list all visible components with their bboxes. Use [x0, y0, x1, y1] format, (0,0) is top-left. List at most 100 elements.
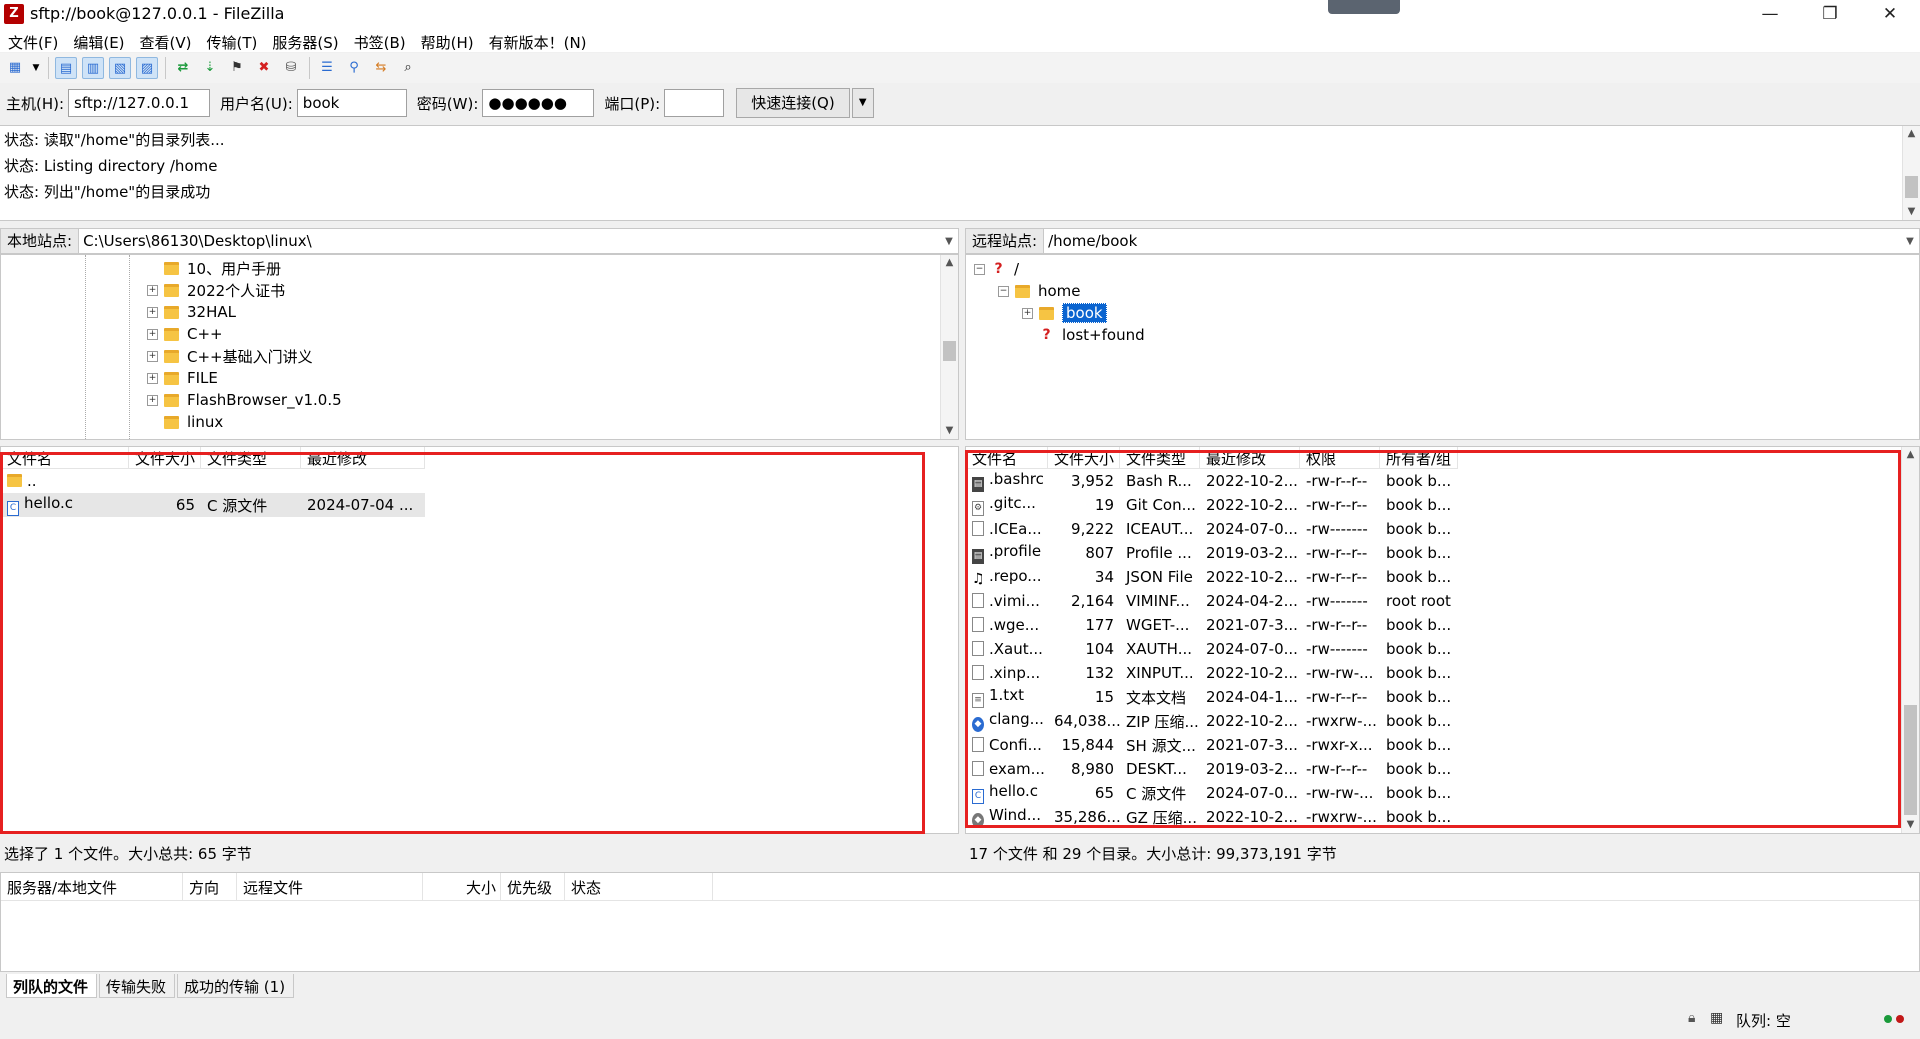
toggle-log-icon[interactable]: ▤	[55, 57, 77, 79]
refresh-icon[interactable]: ⇄	[172, 57, 194, 79]
menu-transfer[interactable]: 传输(T)	[199, 30, 265, 52]
password-input[interactable]	[482, 89, 595, 117]
close-button[interactable]: ✕	[1860, 0, 1920, 30]
scroll-down-icon[interactable]: ▼	[1902, 817, 1919, 833]
column-server-local[interactable]: 服务器/本地文件	[1, 873, 183, 900]
remote-site-path[interactable]: /home/book	[1044, 232, 1901, 250]
toggle-queue-icon[interactable]: ▨	[136, 57, 158, 79]
column-remote-file[interactable]: 远程文件	[237, 873, 423, 900]
expand-icon[interactable]: +	[147, 350, 158, 362]
minimize-button[interactable]: —	[1740, 0, 1800, 30]
list-item[interactable]: ◆ Wind... 35,286... GZ 压缩... 2022-10-2... -rw…	[966, 805, 1919, 829]
sync-browsing-icon[interactable]: ⇆	[370, 57, 392, 79]
list-item[interactable]: Chello.c 65 C 源文件 2024-07-0... -rw-rw-... boo…	[966, 781, 1919, 805]
tab-successful-transfers[interactable]: 成功的传输 (1)	[177, 974, 295, 998]
scroll-up-icon[interactable]: ▲	[1902, 447, 1919, 463]
list-item[interactable]: ≡ 1.txt 15 文本文档 2024-04-1... -rw-r--r-- book b…	[966, 685, 1919, 709]
menu-edit[interactable]: 编辑(E)	[65, 30, 131, 52]
maximize-button[interactable]: ❐	[1800, 0, 1860, 30]
expand-icon[interactable]: +	[147, 306, 158, 318]
column-modified[interactable]: 最近修改	[301, 447, 425, 468]
column-filetype[interactable]: 文件类型	[201, 447, 301, 468]
scroll-down-icon[interactable]: ▼	[941, 423, 958, 439]
column-filename[interactable]: 文件名	[1, 447, 129, 468]
column-status[interactable]: 状态	[565, 873, 713, 900]
tree-item[interactable]: 10、用户手册	[147, 257, 958, 279]
column-filetype[interactable]: 文件类型	[1120, 447, 1200, 468]
list-item[interactable]: .Xaut... 104 XAUTH... 2024-07-0... -rw------…	[966, 637, 1919, 661]
column-priority[interactable]: 优先级	[501, 873, 565, 900]
process-queue-icon[interactable]: ⇣	[199, 57, 221, 79]
column-owner[interactable]: 所有者/组	[1380, 447, 1458, 468]
list-item[interactable]: exam... 8,980 DESKT... 2019-03-2... -rw-r--r…	[966, 757, 1919, 781]
expand-icon[interactable]: +	[1022, 307, 1033, 319]
tree-item-home[interactable]: − home	[966, 280, 1919, 302]
expand-icon[interactable]: +	[147, 394, 158, 406]
column-permissions[interactable]: 权限	[1300, 447, 1380, 468]
list-item[interactable]: Confi... 15,844 SH 源文... 2021-07-3... -rwxr-…	[966, 733, 1919, 757]
tab-failed-transfers[interactable]: 传输失败	[99, 974, 176, 998]
list-item[interactable]: ♫ .repo... 34 JSON File 2022-10-2... -rw-r--r…	[966, 565, 1919, 589]
tree-item[interactable]: + FlashBrowser_v1.0.5	[147, 389, 958, 411]
list-item[interactable]: .wge... 177 WGET-... 2021-07-3... -rw-r--r--…	[966, 613, 1919, 637]
expand-icon[interactable]: +	[147, 372, 158, 384]
column-filename[interactable]: 文件名	[966, 447, 1048, 468]
quickconnect-history-dropdown[interactable]: ▼	[851, 88, 874, 118]
expand-icon[interactable]: +	[147, 284, 158, 296]
chevron-down-icon[interactable]: ▼	[940, 236, 958, 247]
list-item[interactable]: ◆ clang... 64,038... ZIP 压缩... 2022-10-2... -…	[966, 709, 1919, 733]
tab-queued-files[interactable]: 列队的文件	[6, 974, 98, 998]
tree-item-lost-found[interactable]: ? lost+found	[966, 324, 1919, 346]
host-input[interactable]	[68, 89, 211, 117]
username-input[interactable]	[296, 89, 407, 117]
list-item[interactable]: .xinp... 132 XINPUT... 2022-10-2... -rw-rw-.…	[966, 661, 1919, 685]
tree-item-root[interactable]: −? /	[966, 258, 1919, 280]
list-item[interactable]: .ICEa... 9,222 ICEAUT... 2024-07-0... -rw---…	[966, 517, 1919, 541]
tree-item[interactable]: + FILE	[147, 367, 958, 389]
scroll-up-icon[interactable]: ▲	[941, 255, 958, 271]
menu-view[interactable]: 查看(V)	[132, 30, 199, 52]
reconnect-icon[interactable]: ⛁	[280, 57, 302, 79]
tree-item[interactable]: + C++基础入门讲义	[147, 345, 958, 367]
local-site-path[interactable]: C:\Users\86130\Desktop\linux\	[79, 232, 940, 250]
port-input[interactable]	[664, 89, 725, 117]
site-manager-icon[interactable]: ▦	[4, 57, 26, 79]
scroll-down-icon[interactable]: ▼	[1903, 204, 1920, 220]
list-item[interactable]: ▤ .profile 807 Profile ... 2019-03-2... -rw-r…	[966, 541, 1919, 565]
disconnect-icon[interactable]: ✖	[253, 57, 275, 79]
menu-bookmarks[interactable]: 书签(B)	[346, 30, 413, 52]
tree-item[interactable]: linux	[147, 411, 958, 433]
menu-server[interactable]: 服务器(S)	[264, 30, 345, 52]
tree-item-book[interactable]: + book	[966, 302, 1919, 324]
remote-list-scrollbar[interactable]: ▲ ▼	[1901, 447, 1919, 833]
column-direction[interactable]: 方向	[183, 873, 237, 900]
column-modified[interactable]: 最近修改	[1200, 447, 1300, 468]
scroll-up-icon[interactable]: ▲	[1903, 126, 1920, 142]
cancel-operation-icon[interactable]: ⚑	[226, 57, 248, 79]
list-item[interactable]: .vimi... 2,164 VIMINF... 2024-04-2... -rw---…	[966, 589, 1919, 613]
column-filesize[interactable]: 文件大小	[129, 447, 201, 468]
column-size[interactable]: 大小	[423, 873, 501, 900]
tree-item[interactable]: +2022个人证书	[147, 279, 958, 301]
toggle-remote-tree-icon[interactable]: ▧	[109, 57, 131, 79]
scroll-thumb[interactable]	[943, 341, 956, 361]
list-item[interactable]: ⚙ .gitc... 19 Git Con... 2022-10-2... -rw-r--…	[966, 493, 1919, 517]
collapse-icon[interactable]: −	[998, 285, 1009, 297]
filter-icon[interactable]: ☰	[316, 57, 338, 79]
menu-file[interactable]: 文件(F)	[0, 30, 65, 52]
scroll-thumb[interactable]	[1905, 176, 1918, 198]
compare-directories-icon[interactable]: ⚲	[343, 57, 365, 79]
expand-icon[interactable]: +	[147, 328, 158, 340]
log-scrollbar[interactable]: ▲ ▼	[1902, 126, 1920, 220]
column-filesize[interactable]: 文件大小	[1048, 447, 1120, 468]
scroll-thumb[interactable]	[1904, 705, 1917, 815]
menu-help[interactable]: 帮助(H)	[413, 30, 481, 52]
chevron-down-icon[interactable]: ▼	[1901, 236, 1919, 247]
menu-new-version[interactable]: 有新版本！(N)	[481, 30, 594, 52]
search-files-icon[interactable]: ⌕	[397, 57, 419, 79]
list-item-selected[interactable]: Chello.c 65 C 源文件 2024-07-04 ...	[1, 493, 425, 517]
tree-item[interactable]: +32HAL	[147, 301, 958, 323]
tree-item[interactable]: + C++	[147, 323, 958, 345]
quickconnect-button[interactable]: 快速连接(Q)	[736, 88, 850, 118]
local-tree-scrollbar[interactable]: ▲ ▼	[940, 255, 958, 439]
